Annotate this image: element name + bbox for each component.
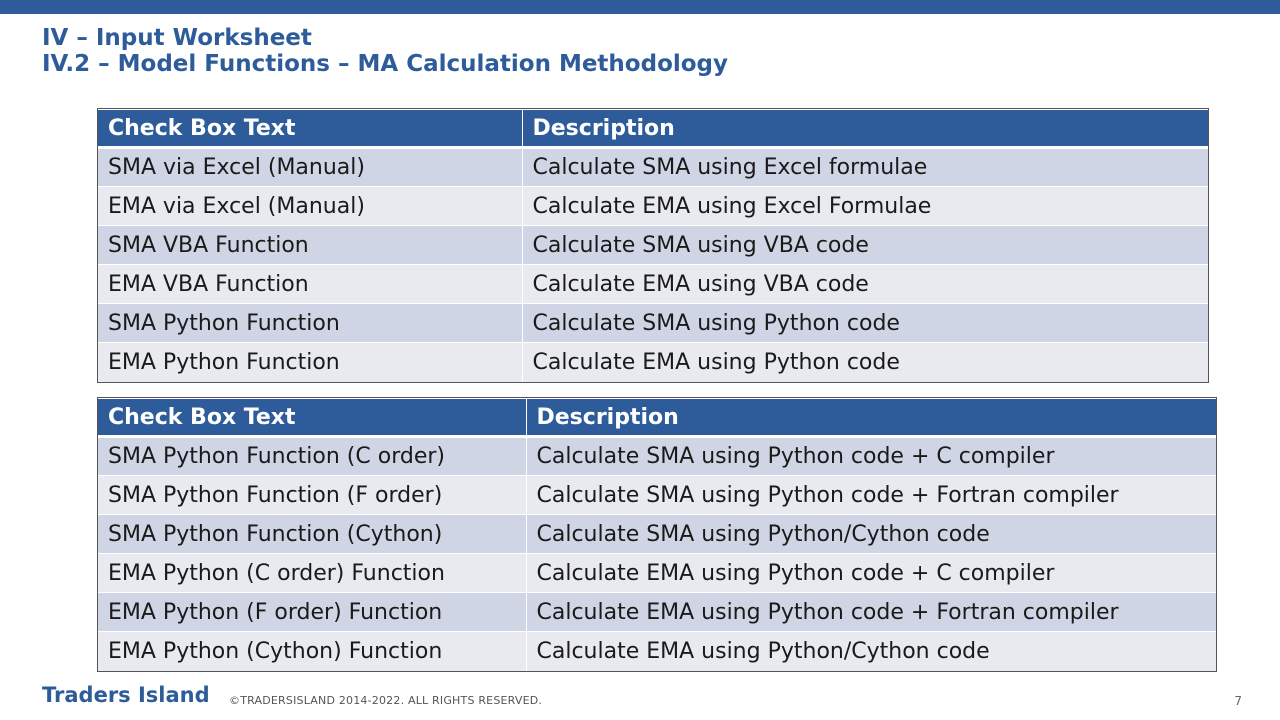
table-row: EMA Python Function Calculate EMA using … [98, 342, 1208, 382]
description-cell: Calculate SMA using Python/Cython code [525, 514, 1216, 554]
description-cell: Calculate SMA using Python code [521, 303, 1208, 343]
table-row: SMA Python Function (C order) Calculate … [98, 436, 1216, 476]
check-box-text-cell: SMA VBA Function [98, 225, 522, 265]
table-row: SMA Python Function (Cython) Calculate S… [98, 514, 1216, 554]
check-box-text-cell: EMA Python (C order) Function [98, 553, 526, 593]
check-box-text-cell: SMA Python Function [98, 303, 522, 343]
column-header-check-box-text: Check Box Text [98, 109, 522, 149]
description-cell: Calculate SMA using Excel formulae [521, 147, 1208, 187]
check-box-text-cell: EMA via Excel (Manual) [98, 186, 522, 226]
table-row: EMA Python (F order) Function Calculate … [98, 592, 1216, 632]
check-box-text-cell: SMA Python Function (C order) [98, 436, 526, 476]
description-cell: Calculate EMA using VBA code [521, 264, 1208, 304]
check-box-text-cell: EMA Python Function [98, 342, 522, 382]
check-box-text-cell: EMA Python (F order) Function [98, 592, 526, 632]
page-number: 7 [1234, 694, 1242, 708]
description-cell: Calculate EMA using Python/Cython code [525, 631, 1216, 671]
table-row: SMA Python Function Calculate SMA using … [98, 303, 1208, 343]
table-row: SMA via Excel (Manual) Calculate SMA usi… [98, 147, 1208, 187]
copyright-notice: ©TRADERSISLAND 2014-2022. ALL RIGHTS RES… [229, 694, 543, 707]
ma-methods-table-1: Check Box Text Description SMA via Excel… [97, 108, 1209, 383]
table-header-row: Check Box Text Description [98, 398, 1216, 438]
table-row: SMA Python Function (F order) Calculate … [98, 475, 1216, 515]
table-row: EMA VBA Function Calculate EMA using VBA… [98, 264, 1208, 304]
column-header-check-box-text: Check Box Text [98, 398, 526, 438]
description-cell: Calculate EMA using Python code + Fortra… [525, 592, 1216, 632]
slide-title: IV – Input Worksheet [42, 25, 312, 51]
table-row: EMA Python (C order) Function Calculate … [98, 553, 1216, 593]
description-cell: Calculate EMA using Excel Formulae [521, 186, 1208, 226]
table-row: SMA VBA Function Calculate SMA using VBA… [98, 225, 1208, 265]
table-row: EMA via Excel (Manual) Calculate EMA usi… [98, 186, 1208, 226]
ma-methods-table-2: Check Box Text Description SMA Python Fu… [97, 397, 1217, 672]
column-header-description: Description [521, 109, 1208, 149]
description-cell: Calculate SMA using VBA code [521, 225, 1208, 265]
check-box-text-cell: SMA via Excel (Manual) [98, 147, 522, 187]
table-header-row: Check Box Text Description [98, 109, 1208, 149]
description-cell: Calculate EMA using Python code + C comp… [525, 553, 1216, 593]
check-box-text-cell: SMA Python Function (F order) [98, 475, 526, 515]
description-cell: Calculate SMA using Python code + Fortra… [525, 475, 1216, 515]
column-header-description: Description [525, 398, 1216, 438]
description-cell: Calculate EMA using Python code [521, 342, 1208, 382]
description-cell: Calculate SMA using Python code + C comp… [525, 436, 1216, 476]
check-box-text-cell: EMA Python (Cython) Function [98, 631, 526, 671]
brand-logo: Traders Island [42, 683, 210, 707]
top-accent-bar [0, 0, 1280, 14]
check-box-text-cell: SMA Python Function (Cython) [98, 514, 526, 554]
check-box-text-cell: EMA VBA Function [98, 264, 522, 304]
slide-subtitle: IV.2 – Model Functions – MA Calculation … [42, 51, 729, 77]
table-row: EMA Python (Cython) Function Calculate E… [98, 631, 1216, 671]
